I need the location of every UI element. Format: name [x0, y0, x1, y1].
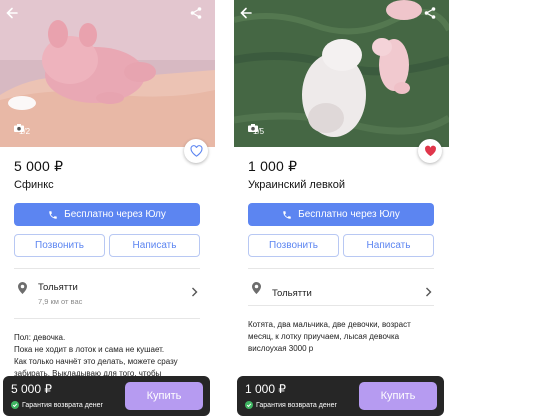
heart-outline-icon	[190, 145, 202, 157]
location-distance: 7,9 км от вас	[38, 297, 83, 306]
share-button[interactable]	[189, 6, 211, 28]
location-row[interactable]: Тольятти 7,9 км от вас	[14, 280, 200, 310]
bottom-buy-bar: 5 000 ₽ Гарантия возврата денег Купить	[3, 376, 210, 416]
listing-screen-ukrainian-levkoy: 1/5 1 000 ₽ Украинский левкой Бесплатно …	[234, 0, 449, 418]
location-city: Тольятти	[38, 282, 78, 293]
description-line: Котята, два мальчика, две девочки, возра…	[248, 320, 411, 329]
arrow-left-icon	[6, 7, 18, 19]
message-button[interactable]: Написать	[109, 234, 200, 257]
bottom-price: 5 000 ₽	[11, 382, 52, 396]
buy-button[interactable]: Купить	[359, 382, 437, 410]
listing-photo[interactable]: 1/5	[234, 0, 449, 147]
back-button[interactable]	[239, 6, 261, 28]
check-circle-icon	[245, 401, 253, 409]
location-pin-icon	[252, 282, 261, 294]
camera-icon	[14, 124, 24, 132]
favorite-button[interactable]	[418, 139, 442, 163]
guarantee-label: Гарантия возврата денег	[22, 401, 104, 409]
call-button[interactable]: Позвонить	[248, 234, 339, 257]
description-line: месяц, к лотку приучаем, лысая девочка	[248, 332, 400, 341]
phone-icon	[49, 210, 57, 219]
check-circle-icon	[11, 401, 19, 409]
description-line: вислоухая 3000 р	[248, 344, 314, 353]
money-back-guarantee[interactable]: Гарантия возврата денег	[11, 401, 103, 409]
listing-title: Сфинкс	[14, 179, 54, 191]
money-back-guarantee[interactable]: Гарантия возврата денег	[245, 401, 337, 409]
chevron-right-icon	[426, 287, 432, 297]
divider	[14, 318, 200, 319]
listing-screen-sphynx: 1/2 5 000 ₽ Сфинкс Бесплатно через Юлу П…	[0, 0, 215, 418]
call-via-app-label: Бесплатно через Юлу	[64, 209, 166, 220]
listing-description: Котята, два мальчика, две девочки, возра…	[248, 319, 436, 355]
arrow-left-icon	[240, 7, 252, 19]
call-via-app-button[interactable]: Бесплатно через Юлу	[248, 203, 434, 226]
bottom-price: 1 000 ₽	[245, 382, 286, 396]
call-via-app-button[interactable]: Бесплатно через Юлу	[14, 203, 200, 226]
divider	[248, 268, 434, 269]
favorite-button[interactable]	[184, 139, 208, 163]
listing-title: Украинский левкой	[248, 179, 345, 191]
photo-counter: 1/2	[14, 124, 35, 138]
description-line: Пол: девочка.	[14, 333, 66, 342]
description-line: Как только начнёт это делать, можете сра…	[14, 357, 178, 366]
guarantee-label: Гарантия возврата денег	[256, 401, 338, 409]
location-city: Тольятти	[272, 288, 312, 299]
share-icon	[424, 7, 436, 19]
message-button[interactable]: Написать	[343, 234, 434, 257]
listing-description: Пол: девочка. Пока не ходит в лоток и са…	[14, 332, 202, 380]
heart-filled-icon	[424, 145, 436, 157]
call-button[interactable]: Позвонить	[14, 234, 105, 257]
location-pin-icon	[18, 282, 27, 294]
phone-icon	[283, 210, 291, 219]
photo-counter: 1/5	[248, 124, 269, 138]
listing-price: 5 000 ₽	[14, 158, 64, 174]
share-button[interactable]	[423, 6, 445, 28]
buy-button[interactable]: Купить	[125, 382, 203, 410]
divider	[248, 305, 434, 306]
share-icon	[190, 7, 202, 19]
listing-photo[interactable]: 1/2	[0, 0, 215, 147]
camera-icon	[248, 124, 258, 132]
description-line: Пока не ходит в лоток и сама не кушает.	[14, 345, 165, 354]
listing-price: 1 000 ₽	[248, 158, 298, 174]
divider	[14, 268, 200, 269]
call-via-app-label: Бесплатно через Юлу	[298, 209, 400, 220]
back-button[interactable]	[5, 6, 27, 28]
chevron-right-icon	[192, 287, 198, 297]
bottom-buy-bar: 1 000 ₽ Гарантия возврата денег Купить	[237, 376, 444, 416]
